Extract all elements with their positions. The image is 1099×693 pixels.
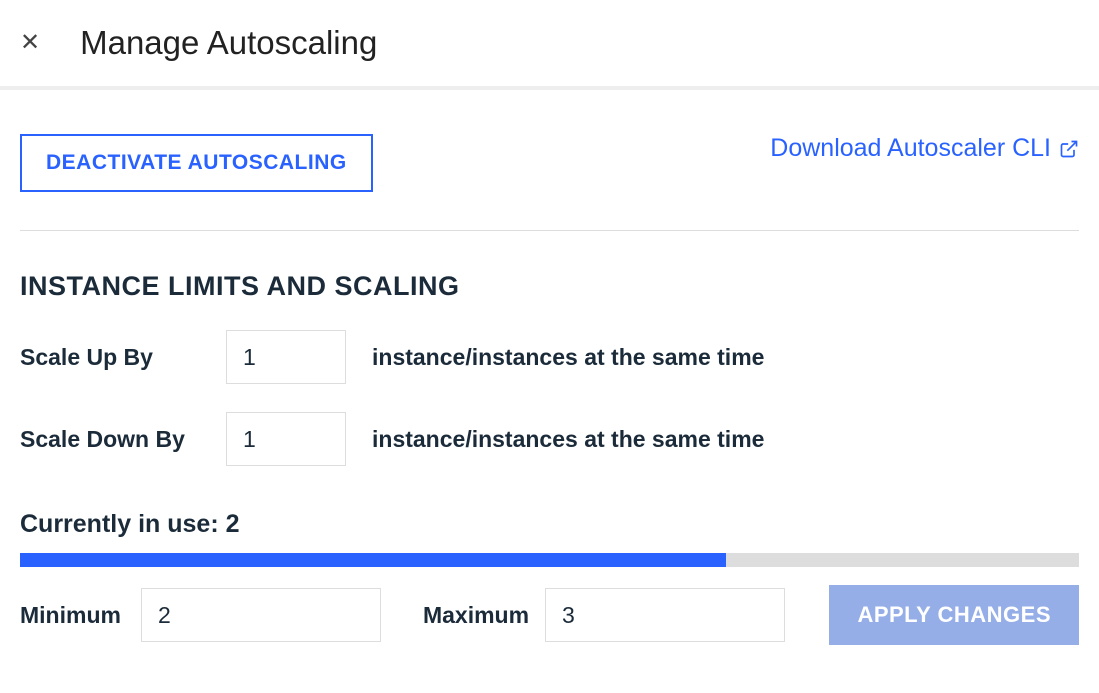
header-bar: ✕ Manage Autoscaling [0, 0, 1099, 90]
top-actions-row: DEACTIVATE AUTOSCALING Download Autoscal… [20, 134, 1079, 192]
limits-row: Minimum Maximum APPLY CHANGES [20, 585, 1079, 645]
scale-down-row: Scale Down By instance/instances at the … [20, 412, 1079, 466]
content-area: DEACTIVATE AUTOSCALING Download Autoscal… [0, 134, 1099, 645]
maximum-label: Maximum [423, 602, 529, 629]
currently-prefix: Currently in use: [20, 510, 226, 538]
close-icon[interactable]: ✕ [20, 31, 40, 55]
scale-up-input[interactable] [226, 330, 346, 384]
instance-range-slider[interactable] [20, 553, 1079, 567]
external-link-icon [1059, 139, 1079, 159]
page-title: Manage Autoscaling [80, 24, 377, 62]
apply-changes-button[interactable]: APPLY CHANGES [829, 585, 1079, 645]
scale-down-label: Scale Down By [20, 426, 200, 453]
minimum-input[interactable] [141, 588, 381, 642]
maximum-input[interactable] [545, 588, 785, 642]
currently-value: 2 [226, 510, 240, 538]
download-cli-label: Download Autoscaler CLI [770, 134, 1051, 163]
currently-in-use-label: Currently in use: 2 [20, 510, 1079, 539]
scale-up-label: Scale Up By [20, 344, 200, 371]
section-divider [20, 230, 1079, 231]
slider-fill [20, 553, 726, 567]
scale-up-row: Scale Up By instance/instances at the sa… [20, 330, 1079, 384]
section-title-instance-limits: INSTANCE LIMITS AND SCALING [20, 271, 1079, 302]
deactivate-autoscaling-button[interactable]: DEACTIVATE AUTOSCALING [20, 134, 373, 192]
minimum-label: Minimum [20, 602, 121, 629]
scale-down-suffix: instance/instances at the same time [372, 426, 764, 453]
maximum-group: Maximum [423, 588, 785, 642]
scale-down-input[interactable] [226, 412, 346, 466]
scale-up-suffix: instance/instances at the same time [372, 344, 764, 371]
download-autoscaler-cli-link[interactable]: Download Autoscaler CLI [770, 134, 1079, 163]
